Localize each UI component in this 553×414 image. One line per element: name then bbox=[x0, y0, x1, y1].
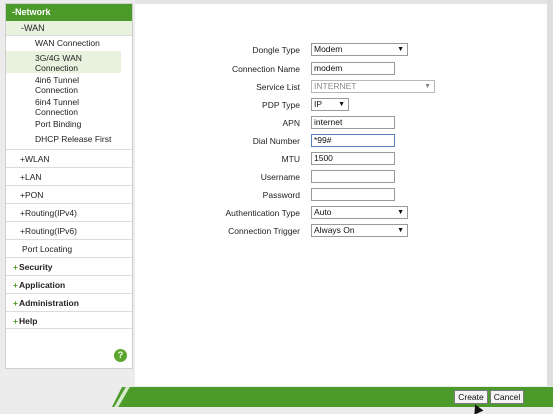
connection-trigger-select[interactable]: Always On ▼ bbox=[311, 224, 408, 237]
dongle-type-label: Dongle Type bbox=[252, 45, 300, 55]
sidebar-item-6in4-tunnel[interactable]: 6in4 Tunnel Connection bbox=[6, 95, 102, 117]
authentication-type-select[interactable]: Auto ▼ bbox=[311, 206, 408, 219]
plus-icon: + bbox=[13, 262, 18, 272]
connection-trigger-value: Always On bbox=[314, 225, 355, 235]
pdp-type-value: IP bbox=[314, 99, 323, 109]
sidebar-item-routing-ipv6[interactable]: +Routing(IPv6) bbox=[6, 221, 132, 239]
sidebar-item-label: Help bbox=[18, 316, 38, 326]
sidebar-item-wan-connection[interactable]: WAN Connection bbox=[6, 36, 132, 51]
help-icon[interactable]: ? bbox=[114, 349, 127, 362]
sidebar-item-label: Administration bbox=[18, 298, 79, 308]
service-list-value: INTERNET bbox=[314, 81, 357, 91]
main-top-strip bbox=[135, 0, 547, 4]
dongle-type-select[interactable]: Modem ▼ bbox=[311, 43, 408, 56]
form-row-apn: APN internet bbox=[135, 115, 547, 131]
password-label: Password bbox=[262, 190, 300, 200]
mtu-label: MTU bbox=[281, 154, 300, 164]
chevron-down-icon: ▼ bbox=[397, 227, 404, 234]
form-row-password: Password bbox=[135, 187, 547, 203]
create-button[interactable]: Create bbox=[454, 390, 488, 404]
chevron-down-icon: ▼ bbox=[397, 209, 404, 216]
plus-icon: + bbox=[13, 280, 18, 290]
sidebar-item-network[interactable]: -Network bbox=[6, 4, 132, 21]
dongle-type-value: Modem bbox=[314, 44, 343, 54]
sidebar-item-administration[interactable]: +Administration bbox=[6, 293, 132, 311]
service-list-label: Service List bbox=[256, 82, 300, 92]
sidebar-item-3g4g-wan-connection[interactable]: 3G/4G WAN Connection bbox=[6, 51, 121, 73]
sidebar-item-label: Security bbox=[18, 262, 53, 272]
sidebar-item-port-binding[interactable]: Port Binding bbox=[6, 117, 132, 132]
main-panel: Dongle Type Modem ▼ Connection Name mode… bbox=[135, 0, 547, 386]
sidebar-item-port-locating[interactable]: Port Locating bbox=[6, 239, 132, 257]
connection-trigger-label: Connection Trigger bbox=[228, 226, 300, 236]
service-list-select[interactable]: INTERNET ▼ bbox=[311, 80, 435, 93]
chevron-down-icon: ▼ bbox=[397, 46, 404, 53]
username-label: Username bbox=[260, 172, 300, 182]
chevron-down-icon: ▼ bbox=[338, 101, 345, 108]
username-field[interactable] bbox=[311, 170, 395, 183]
sidebar-item-help[interactable]: +Help bbox=[6, 311, 132, 329]
form-row-pdp-type: PDP Type IP ▼ bbox=[135, 97, 547, 113]
form-row-dial-number: Dial Number *99# bbox=[135, 133, 547, 149]
form-row-authentication-type: Authentication Type Auto ▼ bbox=[135, 205, 547, 221]
chevron-down-icon: ▼ bbox=[424, 83, 431, 90]
sidebar-nav: -Network -WAN WAN Connection 3G/4G WAN C… bbox=[5, 3, 133, 369]
sidebar-item-label: Application bbox=[18, 280, 66, 290]
sidebar-item-dhcp-release-first[interactable]: DHCP Release First bbox=[6, 132, 132, 147]
plus-icon: + bbox=[13, 316, 18, 326]
window-edge bbox=[547, 0, 553, 386]
pdp-type-label: PDP Type bbox=[262, 100, 300, 110]
dial-number-field[interactable]: *99# bbox=[311, 134, 395, 147]
authentication-type-value: Auto bbox=[314, 207, 332, 217]
pdp-type-select[interactable]: IP ▼ bbox=[311, 98, 349, 111]
password-field[interactable] bbox=[311, 188, 395, 201]
sidebar-item-routing-ipv4[interactable]: +Routing(IPv4) bbox=[6, 203, 132, 221]
sidebar-item-pon[interactable]: +PON bbox=[6, 185, 132, 203]
form-row-mtu: MTU 1500 bbox=[135, 151, 547, 167]
form-row-connection-trigger: Connection Trigger Always On ▼ bbox=[135, 223, 547, 239]
cancel-button[interactable]: Cancel bbox=[490, 390, 524, 404]
form-row-dongle-type: Dongle Type Modem ▼ bbox=[135, 42, 547, 58]
connection-name-label: Connection Name bbox=[231, 64, 300, 74]
plus-icon: + bbox=[13, 298, 18, 308]
sidebar-item-4in6-tunnel[interactable]: 4in6 Tunnel Connection bbox=[6, 73, 102, 95]
dial-number-label: Dial Number bbox=[252, 136, 300, 146]
mtu-field[interactable]: 1500 bbox=[311, 152, 395, 165]
sidebar-item-security[interactable]: +Security bbox=[6, 257, 132, 275]
form-row-connection-name: Connection Name modem bbox=[135, 61, 547, 77]
sidebar-item-wan[interactable]: -WAN bbox=[6, 21, 132, 36]
authentication-type-label: Authentication Type bbox=[225, 208, 300, 218]
form-row-service-list: Service List INTERNET ▼ bbox=[135, 79, 547, 95]
connection-name-field[interactable]: modem bbox=[311, 62, 395, 75]
apn-field[interactable]: internet bbox=[311, 116, 395, 129]
sidebar-item-application[interactable]: +Application bbox=[6, 275, 132, 293]
sidebar-item-wlan[interactable]: +WLAN bbox=[6, 149, 132, 167]
form-row-username: Username bbox=[135, 169, 547, 185]
sidebar-item-lan[interactable]: +LAN bbox=[6, 167, 132, 185]
apn-label: APN bbox=[282, 118, 300, 128]
